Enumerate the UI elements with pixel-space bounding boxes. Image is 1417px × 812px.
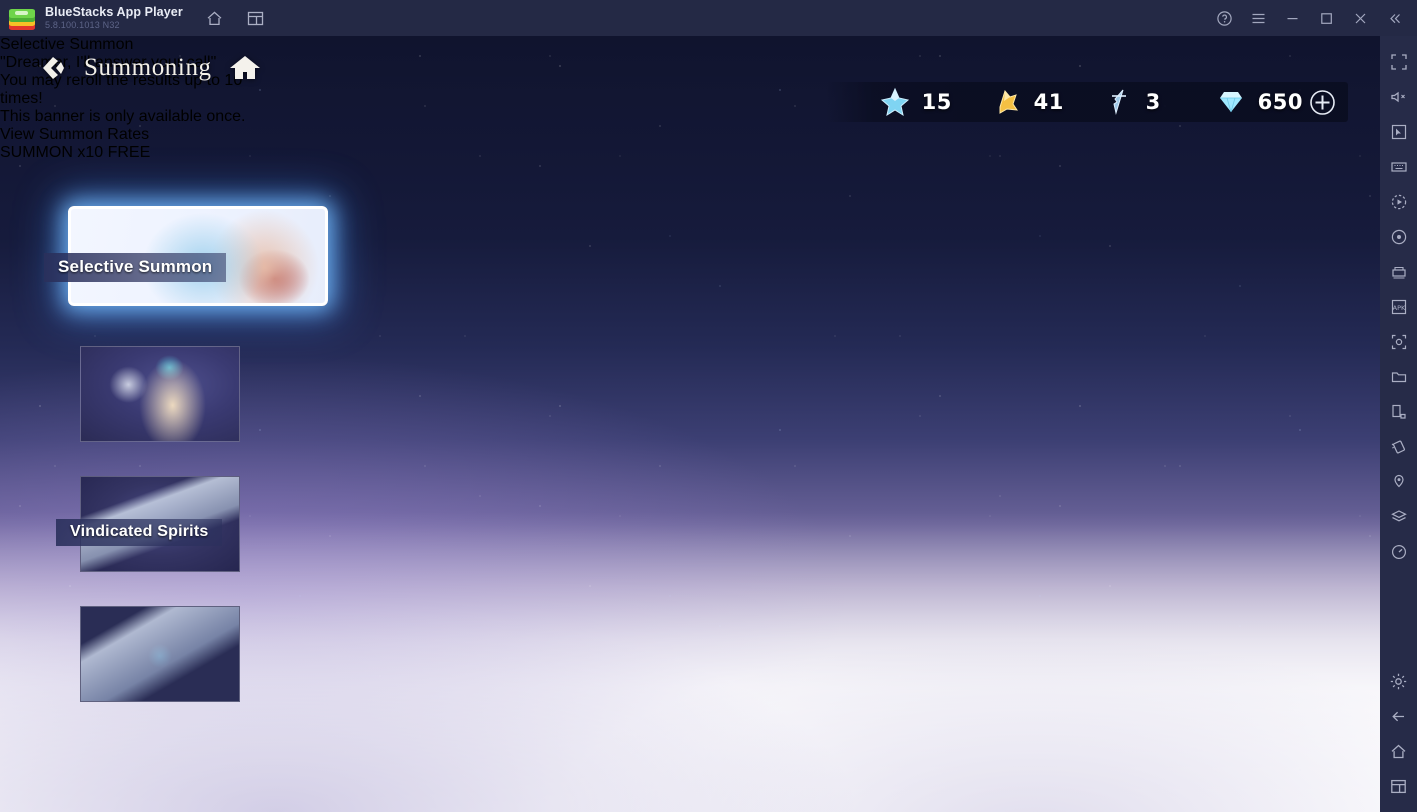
gold-shard-icon — [992, 87, 1022, 117]
recents-icon[interactable] — [1380, 769, 1417, 804]
multi-instance-manager-icon[interactable] — [1380, 254, 1417, 289]
bluestacks-sidebar: APK — [1380, 36, 1417, 812]
layers-icon[interactable] — [1380, 499, 1417, 534]
minimize-icon[interactable] — [1275, 0, 1309, 36]
currency-blue-crystal[interactable]: 15 — [880, 87, 992, 117]
currency-value: 41 — [1033, 90, 1064, 114]
pointer-icon[interactable] — [1380, 114, 1417, 149]
currency-diamond[interactable]: 650 — [1216, 87, 1336, 117]
currency-silver-spear[interactable]: 3 — [1104, 87, 1216, 117]
shake-icon[interactable] — [1380, 429, 1417, 464]
close-icon[interactable] — [1343, 0, 1377, 36]
performance-icon[interactable] — [1380, 534, 1417, 569]
settings-icon[interactable] — [1380, 664, 1417, 699]
currency-value: 15 — [921, 90, 952, 114]
silver-spear-icon — [1104, 87, 1134, 117]
fullscreen-icon[interactable] — [1380, 44, 1417, 79]
add-currency-button[interactable] — [1309, 89, 1336, 116]
title-bar: BlueStacks App Player 5.8.100.1013 N32 — [0, 0, 1417, 36]
menu-icon[interactable] — [1241, 0, 1275, 36]
help-icon[interactable] — [1207, 0, 1241, 36]
banner-list-item-selective-summon[interactable]: Selective Summon — [44, 206, 328, 306]
view-summon-rates-link[interactable]: View Summon Rates — [0, 126, 1380, 144]
location-icon[interactable] — [1380, 464, 1417, 499]
svg-text:APK: APK — [1392, 304, 1405, 312]
currency-value: 3 — [1145, 90, 1161, 114]
app-version: 5.8.100.1013 N32 — [45, 19, 120, 30]
collapse-icon[interactable] — [1377, 0, 1411, 36]
home-icon[interactable] — [1380, 734, 1417, 769]
banner-list-item-label: Selective Summon — [44, 253, 227, 282]
bluestacks-window: BlueStacks App Player 5.8.100.1013 N32 S… — [0, 0, 1417, 812]
home-icon[interactable] — [205, 9, 224, 28]
summon-x10-button[interactable]: SUMMON x10 FREE — [0, 144, 1380, 162]
back-arrow-icon[interactable] — [36, 53, 66, 83]
currency-bar: 15 41 3 650 — [825, 82, 1348, 122]
banner-thumbnail — [80, 606, 240, 702]
banner-thumbnail — [80, 346, 240, 442]
keyboard-icon[interactable] — [1380, 149, 1417, 184]
blue-crystal-icon — [880, 87, 910, 117]
eco-mode-icon[interactable] — [1380, 219, 1417, 254]
summon-button-cost: FREE — [107, 144, 151, 161]
rotate-screen-icon[interactable] — [1380, 394, 1417, 429]
game-viewport[interactable]: Summoning 15 41 3 650 Selective Summon V… — [0, 36, 1380, 812]
page-title: Summoning — [84, 54, 212, 81]
titlebar-icon-group — [205, 9, 265, 28]
currency-value: 650 — [1257, 90, 1303, 114]
banner-list-item-label: Vindicated Spirits — [56, 519, 223, 546]
bluestacks-logo-icon — [9, 5, 35, 31]
currency-gold-shard[interactable]: 41 — [992, 87, 1104, 117]
banner-list-item-2[interactable] — [80, 346, 240, 442]
mute-icon[interactable] — [1380, 79, 1417, 114]
app-title: BlueStacks App Player — [45, 4, 183, 19]
home-icon[interactable] — [228, 53, 262, 83]
window-controls — [1207, 0, 1411, 36]
back-icon[interactable] — [1380, 699, 1417, 734]
diamond-icon — [1216, 87, 1246, 117]
banner-list-item-4[interactable] — [80, 606, 240, 702]
banner-list-item-vindicated-spirits[interactable]: Vindicated Spirits — [56, 476, 240, 572]
screenshot-icon[interactable] — [1380, 324, 1417, 359]
app-identity: BlueStacks App Player 5.8.100.1013 N32 — [45, 4, 183, 31]
install-apk-icon[interactable]: APK — [1380, 289, 1417, 324]
multi-instance-icon[interactable] — [246, 9, 265, 28]
summon-button-label: SUMMON x10 — [0, 144, 104, 161]
banner-list: Selective Summon Vindicated Spirits — [44, 206, 338, 736]
macro-record-icon[interactable] — [1380, 184, 1417, 219]
media-folder-icon[interactable] — [1380, 359, 1417, 394]
maximize-icon[interactable] — [1309, 0, 1343, 36]
